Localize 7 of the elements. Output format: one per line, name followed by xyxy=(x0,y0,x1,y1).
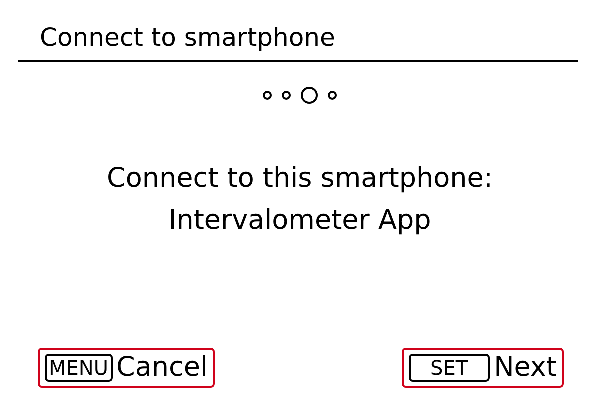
screen-title: Connect to smartphone xyxy=(40,22,336,54)
next-button[interactable]: SET Next xyxy=(402,348,564,388)
message-text: Intervalometer App xyxy=(168,204,432,238)
message-text: Connect to this smartphone: xyxy=(107,162,493,196)
key-cap: MENU xyxy=(45,354,112,382)
cancel-button[interactable]: MENU Cancel xyxy=(38,348,215,388)
key-cap: SET xyxy=(408,354,490,382)
